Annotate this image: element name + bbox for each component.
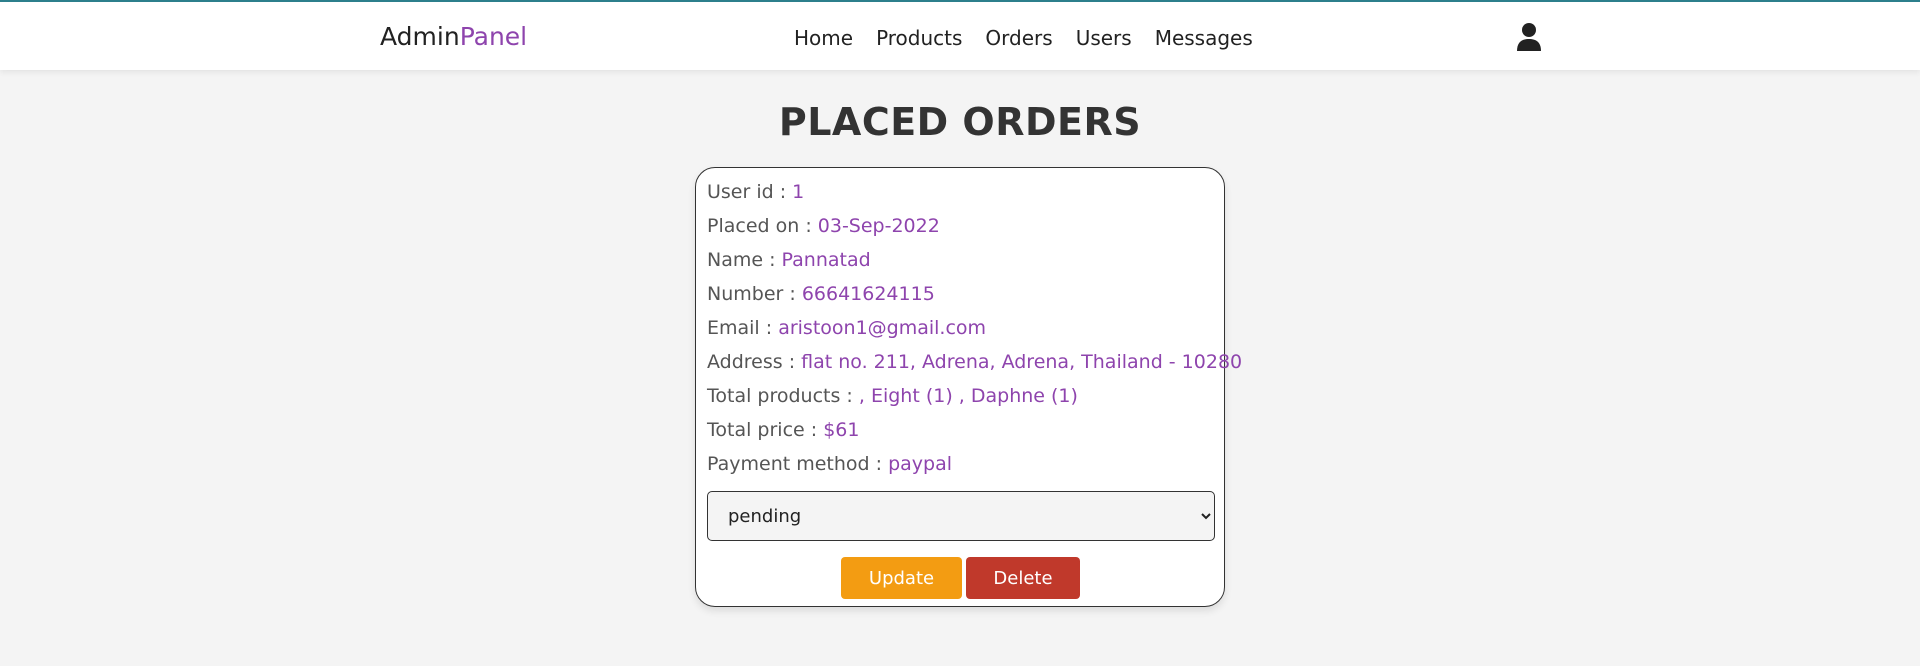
payment-status-select[interactable]: pending <box>707 491 1215 541</box>
header: AdminPanel Home Products Orders Users Me… <box>0 0 1920 70</box>
nav-orders[interactable]: Orders <box>985 26 1052 50</box>
field-value: Pannatad <box>781 249 871 271</box>
field-value: paypal <box>888 453 953 475</box>
total-products-row: Total products : , Eight (1) , Daphne (1… <box>707 379 1214 413</box>
nav-products[interactable]: Products <box>876 26 962 50</box>
field-label: Number : <box>707 283 802 305</box>
field-value: flat no. 211, Adrena, Adrena, Thailand -… <box>801 351 1243 373</box>
field-value: , Eight (1) , Daphne (1) <box>858 385 1078 407</box>
nav-users[interactable]: Users <box>1076 26 1132 50</box>
logo-accent: Panel <box>459 22 528 51</box>
address-row: Address : flat no. 211, Adrena, Adrena, … <box>707 345 1242 379</box>
field-label: Address : <box>707 351 802 373</box>
logo-main: Admin <box>380 22 460 51</box>
payment-method-row: Payment method : paypal <box>707 447 1214 481</box>
delete-button[interactable]: Delete <box>966 557 1080 599</box>
field-label: Name : <box>707 249 782 271</box>
email-row: Email : aristoon1@gmail.com <box>707 311 1214 345</box>
field-label: User id : <box>707 181 793 203</box>
navbar: Home Products Orders Users Messages <box>794 26 1253 50</box>
logo[interactable]: AdminPanel <box>380 22 527 51</box>
field-label: Payment method : <box>707 453 889 475</box>
order-card: User id : 1 Placed on : 03-Sep-2022 Name… <box>695 167 1242 607</box>
user-icon[interactable] <box>1516 22 1542 52</box>
order-actions: Update Delete <box>707 557 1214 599</box>
field-label: Placed on : <box>707 215 818 237</box>
user-id-row: User id : 1 <box>707 175 1214 209</box>
field-value: aristoon1@gmail.com <box>778 317 987 339</box>
nav-home[interactable]: Home <box>794 26 853 50</box>
field-label: Total products : <box>707 385 859 407</box>
name-row: Name : Pannatad <box>707 243 1214 277</box>
field-value: 66641624115 <box>801 283 935 305</box>
total-price-row: Total price : $61 <box>707 413 1214 447</box>
update-button[interactable]: Update <box>841 557 962 599</box>
field-label: Email : <box>707 317 779 339</box>
field-value: 03-Sep-2022 <box>817 215 940 237</box>
field-value: 1 <box>792 181 805 203</box>
page-title: PLACED ORDERS <box>778 100 1142 144</box>
field-value: $61 <box>823 419 860 441</box>
nav-messages[interactable]: Messages <box>1155 26 1253 50</box>
field-label: Total price : <box>707 419 824 441</box>
number-row: Number : 66641624115 <box>707 277 1214 311</box>
placed-on-row: Placed on : 03-Sep-2022 <box>707 209 1214 243</box>
